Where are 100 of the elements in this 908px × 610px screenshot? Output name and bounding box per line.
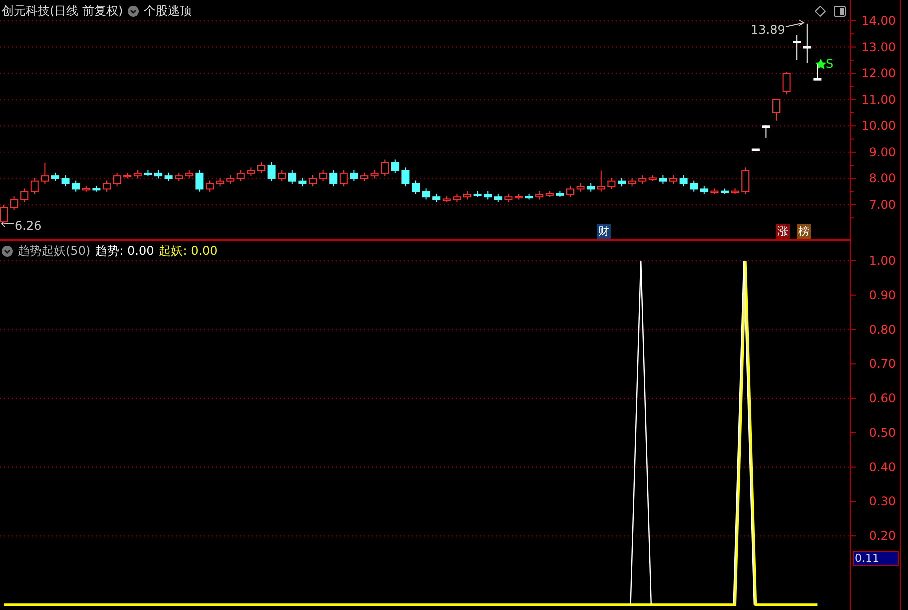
candle [72,180,80,192]
signal-label: S [826,57,834,71]
dropdown-icon[interactable] [128,6,140,17]
indicator-title: 趋势起妖(50) [18,243,91,260]
candle [381,159,390,177]
event-tag[interactable]: 财 [597,224,611,239]
candle [330,170,338,188]
axis-label: 12.00 [862,66,896,81]
dropdown-icon[interactable] [2,246,13,257]
candle [236,170,245,182]
candle [30,178,39,195]
candle [546,190,554,198]
axis-label: 10.00 [862,119,896,134]
axis-label: 9.00 [869,145,896,160]
candle [762,125,770,138]
panel-toggle-icon[interactable] [834,6,846,17]
star-icon [815,59,827,70]
candle [196,170,204,192]
legend-value: 起妖: 0.00 [159,243,218,260]
event-tag[interactable]: 榜 [797,224,811,239]
candle [710,188,719,195]
axis-label: 0.90 [869,288,896,302]
candle [628,178,636,188]
candle [247,167,256,177]
candle [52,172,60,182]
axis-label: 0.70 [869,357,896,372]
candle [782,72,791,96]
candle [82,186,90,192]
high-price-arrow [786,20,805,28]
candle [772,98,780,122]
candle [752,148,760,152]
candle [670,175,678,184]
candle [402,167,410,188]
candle [566,186,574,198]
axis-label: 0.20 [869,529,896,544]
axis-label: 14.00 [862,14,896,28]
axis-label: 13.00 [862,40,896,54]
candle [597,170,606,192]
candle [432,193,441,203]
candle [175,172,184,182]
candle [360,172,368,182]
axis-label: 0.80 [869,322,896,337]
stock-title: 创元科技(日线 前复权) [2,3,124,20]
candle [525,193,534,200]
candle [474,190,482,198]
low-price-label: 6.26 [15,219,42,233]
candle [391,159,400,174]
candle [340,170,348,188]
candle [576,182,585,192]
candle [92,186,101,192]
candle [134,170,142,180]
axis-label: 0.40 [869,460,896,474]
candle [556,190,564,198]
candle [350,170,358,182]
candle [62,175,70,188]
cursor-value: 0.11 [853,551,899,566]
candle [113,172,122,188]
candle [515,193,523,200]
legend-value: 趋势: 0.00 [96,243,154,260]
candle [103,180,111,192]
candle [268,162,276,182]
candle [536,190,544,200]
axis-label: 11.00 [862,92,896,107]
axis-label: 8.00 [869,172,896,186]
diamond-icon[interactable] [815,6,826,17]
candle [453,193,462,203]
candle [309,175,317,188]
indicator-name[interactable]: 个股逃顶 [144,3,192,20]
candle [442,196,451,203]
candle [154,170,162,180]
candle [464,190,472,200]
candle [20,188,29,203]
candle [484,190,492,200]
candle [288,170,296,184]
axis-label: 0.60 [869,392,896,406]
candle [742,167,750,195]
candle [814,64,822,81]
candle [258,162,266,174]
candle [638,175,647,184]
low-price-arrow [1,220,14,228]
candle [731,188,740,195]
candle [422,188,430,200]
candle [680,175,688,188]
candle [587,182,596,192]
candle [10,196,18,211]
candle [185,170,194,180]
candle [370,170,379,180]
axis-label: 1.00 [869,254,896,268]
candle [700,186,708,195]
high-price-label: 13.89 [751,23,786,37]
event-tag[interactable]: 涨 [776,224,790,239]
candle [164,172,173,182]
candle [608,178,616,190]
candle [124,172,132,180]
candle [298,178,307,188]
axis-label: 0.30 [869,494,896,509]
candle [278,170,286,182]
candle [793,34,802,61]
axis-label: 0.50 [869,426,896,440]
candle [319,170,328,182]
